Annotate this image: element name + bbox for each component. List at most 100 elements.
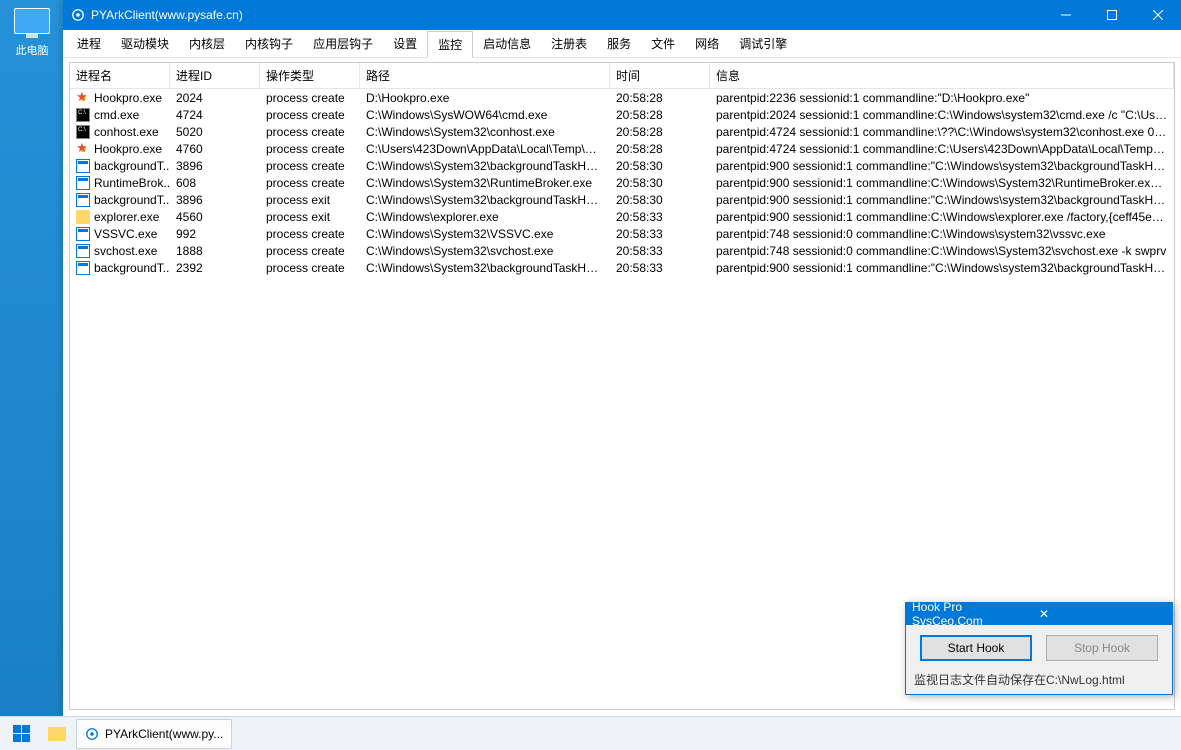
cell-pid: 992 bbox=[170, 227, 260, 241]
popup-close-button[interactable]: ✕ bbox=[1035, 607, 1166, 621]
cell-info: parentpid:900 sessionid:1 commandline:"C… bbox=[710, 159, 1174, 173]
star-icon bbox=[76, 142, 90, 156]
folder-icon bbox=[48, 727, 66, 741]
taskbar-app-label: PYArkClient(www.py... bbox=[105, 727, 223, 741]
cell-path: C:\Windows\System32\VSSVC.exe bbox=[360, 227, 610, 241]
cell-info: parentpid:2236 sessionid:1 commandline:"… bbox=[710, 91, 1174, 105]
cell-name: Hookpro.exe bbox=[94, 142, 162, 156]
cell-time: 20:58:28 bbox=[610, 142, 710, 156]
table-row[interactable]: backgroundT...3896process createC:\Windo… bbox=[70, 157, 1174, 174]
cell-op: process exit bbox=[260, 210, 360, 224]
menu-item-8[interactable]: 注册表 bbox=[541, 31, 597, 56]
cell-path: C:\Windows\System32\svchost.exe bbox=[360, 244, 610, 258]
cell-op: process exit bbox=[260, 193, 360, 207]
cell-path: C:\Windows\System32\RuntimeBroker.exe bbox=[360, 176, 610, 190]
table-row[interactable]: backgroundT...2392process createC:\Windo… bbox=[70, 259, 1174, 276]
table-row[interactable]: RuntimeBrok...608process createC:\Window… bbox=[70, 174, 1174, 191]
start-button[interactable] bbox=[4, 719, 38, 749]
desktop-icon-label: 此电脑 bbox=[10, 42, 54, 58]
menu-item-6[interactable]: 监控 bbox=[427, 31, 473, 58]
cell-info: parentpid:748 sessionid:0 commandline:C:… bbox=[710, 244, 1174, 258]
cell-time: 20:58:30 bbox=[610, 176, 710, 190]
menubar: 进程驱动模块内核层内核钩子应用层钩子设置监控启动信息注册表服务文件网络调试引擎 bbox=[63, 30, 1181, 58]
cell-time: 20:58:28 bbox=[610, 91, 710, 105]
maximize-button[interactable] bbox=[1089, 0, 1135, 30]
cell-name: Hookpro.exe bbox=[94, 91, 162, 105]
menu-item-7[interactable]: 启动信息 bbox=[473, 31, 541, 56]
table-row[interactable]: VSSVC.exe 992process createC:\Windows\Sys… bbox=[70, 225, 1174, 242]
table-header: 进程名 进程ID 操作类型 路径 时间 信息 bbox=[70, 63, 1174, 89]
table-row[interactable]: Hookpro.exe4760process createC:\Users\42… bbox=[70, 140, 1174, 157]
menu-item-2[interactable]: 内核层 bbox=[179, 31, 235, 56]
gear-icon bbox=[85, 727, 99, 741]
table-row[interactable]: svchost.exe1888process createC:\Windows\… bbox=[70, 242, 1174, 259]
app-icon bbox=[76, 159, 90, 173]
app-icon bbox=[76, 227, 90, 241]
col-op[interactable]: 操作类型 bbox=[260, 63, 360, 88]
cell-info: parentpid:900 sessionid:1 commandline:"C… bbox=[710, 261, 1174, 275]
cell-op: process create bbox=[260, 227, 360, 241]
menu-item-1[interactable]: 驱动模块 bbox=[111, 31, 179, 56]
popup-dialog: Hook Pro SysCeo.Com ✕ Start Hook Stop Ho… bbox=[905, 602, 1173, 695]
cell-pid: 4560 bbox=[170, 210, 260, 224]
cell-time: 20:58:30 bbox=[610, 159, 710, 173]
menu-item-3[interactable]: 内核钩子 bbox=[235, 31, 303, 56]
monitor-icon bbox=[14, 8, 50, 34]
menu-item-11[interactable]: 网络 bbox=[685, 31, 729, 56]
menu-item-9[interactable]: 服务 bbox=[597, 31, 641, 56]
cell-time: 20:58:33 bbox=[610, 210, 710, 224]
cell-info: parentpid:748 sessionid:0 commandline:C:… bbox=[710, 227, 1174, 241]
col-time[interactable]: 时间 bbox=[610, 63, 710, 88]
menu-item-12[interactable]: 调试引擎 bbox=[729, 31, 797, 56]
close-button[interactable] bbox=[1135, 0, 1181, 30]
col-name[interactable]: 进程名 bbox=[70, 63, 170, 88]
cell-op: process create bbox=[260, 176, 360, 190]
cell-time: 20:58:30 bbox=[610, 193, 710, 207]
table-row[interactable]: backgroundT...3896process exitC:\Windows… bbox=[70, 191, 1174, 208]
table-row[interactable]: Hookpro.exe2024process createD:\Hookpro.… bbox=[70, 89, 1174, 106]
app-icon bbox=[76, 176, 90, 190]
cell-name: backgroundT... bbox=[94, 159, 170, 173]
cell-path: C:\Windows\System32\conhost.exe bbox=[360, 125, 610, 139]
cell-time: 20:58:33 bbox=[610, 261, 710, 275]
cell-time: 20:58:33 bbox=[610, 227, 710, 241]
cell-info: parentpid:4724 sessionid:1 commandline:C… bbox=[710, 142, 1174, 156]
taskbar-app[interactable]: PYArkClient(www.py... bbox=[76, 719, 232, 749]
menu-item-5[interactable]: 设置 bbox=[383, 31, 427, 56]
table-row[interactable]: cmd.exe4724process createC:\Windows\SysW… bbox=[70, 106, 1174, 123]
cell-name: conhost.exe bbox=[94, 125, 159, 139]
table-row[interactable]: conhost.exe5020process createC:\Windows\… bbox=[70, 123, 1174, 140]
titlebar[interactable]: PYArkClient(www.pysafe.cn) bbox=[63, 0, 1181, 30]
app-icon bbox=[71, 8, 85, 22]
menu-item-10[interactable]: 文件 bbox=[641, 31, 685, 56]
popup-titlebar[interactable]: Hook Pro SysCeo.Com ✕ bbox=[906, 603, 1172, 625]
start-hook-button[interactable]: Start Hook bbox=[920, 635, 1032, 661]
taskbar: PYArkClient(www.py... bbox=[0, 716, 1181, 750]
menu-item-0[interactable]: 进程 bbox=[67, 31, 111, 56]
cell-pid: 3896 bbox=[170, 193, 260, 207]
col-info[interactable]: 信息 bbox=[710, 63, 1174, 88]
cell-name: explorer.exe bbox=[94, 210, 159, 224]
cell-path: C:\Windows\explorer.exe bbox=[360, 210, 610, 224]
star-icon bbox=[76, 91, 90, 105]
taskbar-explorer[interactable] bbox=[40, 719, 74, 749]
table-row[interactable]: explorer.exe 4560process exitC:\Windows\e… bbox=[70, 208, 1174, 225]
minimize-button[interactable] bbox=[1043, 0, 1089, 30]
cell-path: C:\Windows\SysWOW64\cmd.exe bbox=[360, 108, 610, 122]
app-icon bbox=[76, 244, 90, 258]
window-title: PYArkClient(www.pysafe.cn) bbox=[91, 8, 1043, 22]
cell-name: cmd.exe bbox=[94, 108, 139, 122]
col-path[interactable]: 路径 bbox=[360, 63, 610, 88]
cell-name: backgroundT... bbox=[94, 261, 170, 275]
col-pid[interactable]: 进程ID bbox=[170, 63, 260, 88]
cell-pid: 5020 bbox=[170, 125, 260, 139]
cell-name: VSSVC.exe bbox=[94, 227, 157, 241]
desktop-icon-this-pc[interactable]: 此电脑 bbox=[10, 8, 54, 58]
cell-op: process create bbox=[260, 261, 360, 275]
cell-path: C:\Windows\System32\backgroundTaskHost.e… bbox=[360, 261, 610, 275]
menu-item-4[interactable]: 应用层钩子 bbox=[303, 31, 383, 56]
cell-op: process create bbox=[260, 142, 360, 156]
cmd-icon bbox=[76, 125, 90, 139]
cell-info: parentpid:2024 sessionid:1 commandline:C… bbox=[710, 108, 1174, 122]
stop-hook-button[interactable]: Stop Hook bbox=[1046, 635, 1158, 661]
